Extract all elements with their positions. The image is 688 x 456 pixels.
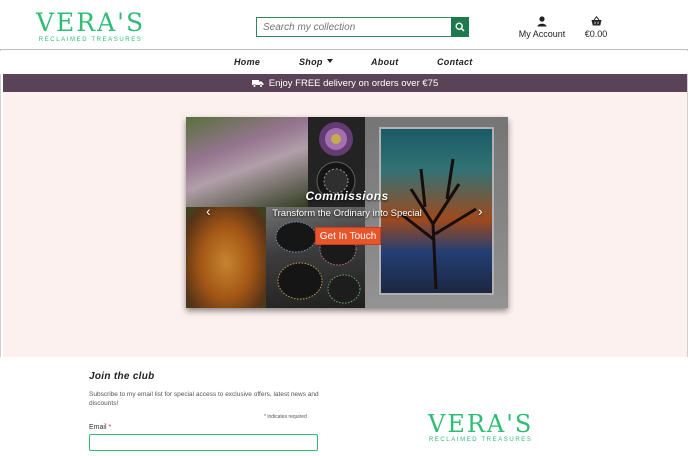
- delivery-banner-text: Enjoy FREE delivery on orders over €75: [268, 77, 439, 89]
- search-icon: [455, 22, 465, 32]
- email-label: Email *: [89, 424, 111, 431]
- email-label-text: Email: [89, 424, 107, 431]
- hero-section: ‹ › Commissions Transform the Ordinary i…: [3, 92, 687, 357]
- logo-tagline: RECLAIMED TREASURES: [38, 37, 143, 43]
- my-account-link[interactable]: My Account: [515, 16, 569, 39]
- site-logo[interactable]: VERA'S RECLAIMED TREASURES: [36, 10, 145, 44]
- main-nav: Home Shop About Contact: [0, 51, 688, 74]
- required-asterisk: *: [264, 414, 266, 420]
- required-note: * indicates required: [264, 414, 307, 420]
- carousel-subtitle: Transform the Ordinary into Special: [272, 208, 422, 219]
- logo-name: VERA'S: [36, 8, 146, 37]
- club-description: Subscribe to my email list for special a…: [89, 391, 319, 407]
- site-header: VERA'S RECLAIMED TREASURES My Account: [0, 0, 688, 50]
- required-note-text: indicates required: [267, 414, 307, 420]
- carousel-title: Commissions: [305, 189, 389, 203]
- shopping-bag-link[interactable]: €0.00: [580, 16, 612, 39]
- search-input[interactable]: [256, 17, 451, 37]
- nav-contact[interactable]: Contact: [437, 57, 473, 67]
- nav-shop[interactable]: Shop: [299, 57, 333, 67]
- nav-about[interactable]: About: [371, 57, 399, 67]
- footer-logo-tagline: RECLAIMED TREASURES: [428, 437, 533, 443]
- search-form: [256, 17, 469, 37]
- hero-carousel[interactable]: ‹ › Commissions Transform the Ordinary i…: [186, 117, 508, 308]
- nav-shop-label: Shop: [299, 57, 323, 67]
- nav-home[interactable]: Home: [234, 57, 260, 67]
- join-club-section: Join the club Subscribe to my email list…: [0, 357, 688, 456]
- footer-logo: VERA'S RECLAIMED TREASURES: [428, 412, 533, 444]
- my-account-label: My Account: [518, 29, 566, 39]
- get-in-touch-button[interactable]: Get In Touch: [315, 227, 381, 245]
- caret-down-icon: [326, 59, 333, 63]
- email-field[interactable]: [89, 434, 318, 451]
- user-icon: [537, 16, 547, 27]
- bag-total: €0.00: [584, 29, 608, 39]
- email-required-asterisk: *: [108, 424, 112, 431]
- basket-icon: [591, 16, 601, 26]
- delivery-banner: Enjoy FREE delivery on orders over €75: [3, 74, 687, 92]
- club-title: Join the club: [89, 371, 155, 382]
- footer-logo-name: VERA'S: [428, 410, 534, 438]
- truck-icon: [251, 79, 264, 88]
- search-button[interactable]: [451, 17, 469, 37]
